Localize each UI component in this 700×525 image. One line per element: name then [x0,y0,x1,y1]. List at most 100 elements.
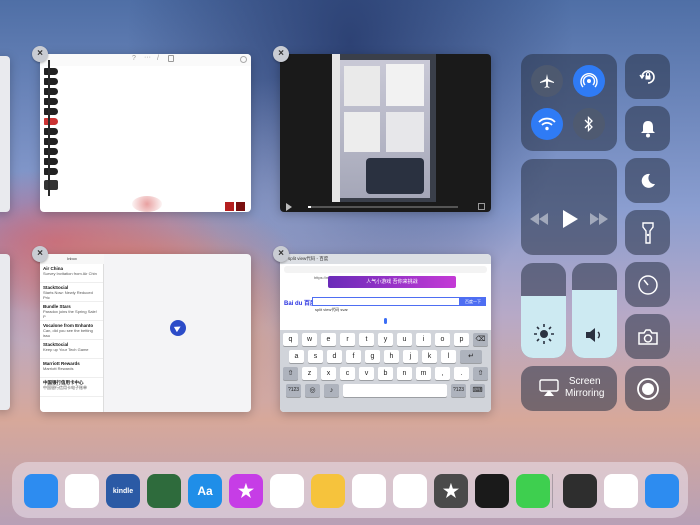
key-f[interactable]: f [346,350,361,363]
settings-icon[interactable] [240,56,247,63]
key-a[interactable]: a [289,350,304,363]
numbers-key-right[interactable]: ?123 [451,384,466,397]
brush-tool[interactable] [44,138,58,145]
fast-forward-icon[interactable] [590,212,608,225]
mail-list-item[interactable]: Air China Survey Invitation from Air Chin [40,264,103,283]
reeder-app-icon[interactable]: ★ [434,474,468,508]
wifi-toggle[interactable] [531,108,563,140]
mail-list-item[interactable]: Marriott Rewards Marriott Rewards [40,359,103,378]
browser-app-card[interactable]: split view代码 - 百度 https://m.baidu.com 人气… [280,254,491,412]
key-comma[interactable]: , [435,367,450,380]
airplane-mode-toggle[interactable] [531,65,563,97]
camera-button[interactable] [625,314,670,359]
browser-tab-title[interactable]: split view代码 - 百度 [288,256,328,262]
key-h[interactable]: h [384,350,399,363]
key-j[interactable]: j [403,350,418,363]
key-y[interactable]: y [378,333,393,346]
brush-tool[interactable] [44,88,58,95]
brush-tool[interactable] [44,128,58,135]
close-sketch-card-button[interactable]: × [32,46,48,62]
notes-icon[interactable] [168,55,174,62]
brush-tool[interactable] [44,158,58,165]
key-period[interactable]: . [454,367,469,380]
browser-url-bar[interactable]: https://m.baidu.com [284,266,487,280]
globe-key[interactable]: ◎ [305,384,320,397]
key-t[interactable]: t [359,333,374,346]
files-app-icon[interactable] [393,474,427,508]
eraser-tool[interactable] [44,180,58,190]
pocket-app-icon[interactable] [270,474,304,508]
ad-banner[interactable]: 人气小游戏 吾你来挑战 [328,276,456,288]
pen-app-icon[interactable] [563,474,597,508]
more-icon[interactable]: ··· [144,54,151,61]
key-r[interactable]: r [340,333,355,346]
do-not-disturb-toggle[interactable] [625,158,670,203]
brightness-slider[interactable] [521,263,566,358]
key-l[interactable]: l [441,350,456,363]
key-o[interactable]: o [435,333,450,346]
brush-tool[interactable] [44,68,58,75]
close-browser-card-button[interactable]: × [273,246,289,262]
ulysses-app-icon[interactable] [475,474,509,508]
key-k[interactable]: k [422,350,437,363]
flashlight-toggle[interactable] [625,210,670,255]
bluetooth-toggle[interactable] [573,108,605,140]
key-g[interactable]: g [365,350,380,363]
shift-key[interactable]: ⇧ [283,367,298,380]
airdrop-toggle[interactable] [573,65,605,97]
close-mail-card-button[interactable]: × [32,246,48,262]
fullscreen-icon[interactable] [478,203,485,210]
key-x[interactable]: x [321,367,336,380]
hide-keyboard-key[interactable]: ⌨ [470,384,485,397]
return-key[interactable]: ↵ [460,350,482,363]
key-p[interactable]: p [454,333,469,346]
key-e[interactable]: e [321,333,336,346]
mail-list-item[interactable]: Bundle Stars Paradox joins the Spring Sal… [40,302,103,321]
color-swatch-red[interactable] [225,202,234,211]
mail-list-item[interactable]: StackSocial Keep up Your Tech Game [40,340,103,359]
pen-tool-icon[interactable]: / [157,55,159,62]
mail-app-card[interactable]: Inbox Air China Survey Invitation from Ai… [40,254,251,412]
brush-tool[interactable] [44,118,58,125]
brush-tool[interactable] [44,98,58,105]
play-icon[interactable] [286,203,292,211]
help-icon[interactable]: ? [132,55,136,62]
sketch-app-card[interactable]: ? ··· / [40,54,251,212]
mail-list-item[interactable]: 中国银行信用卡中心 中国银行信用卡电子账单 [40,378,103,397]
screen-mirroring-button[interactable]: Screen Mirroring [521,366,617,411]
brush-tool[interactable] [44,148,58,155]
delete-key[interactable]: ⌫ [473,333,488,346]
video-progress-bar[interactable] [308,206,458,208]
key-c[interactable]: c [340,367,355,380]
volume-slider[interactable] [572,263,617,358]
rotation-lock-toggle[interactable] [625,54,670,99]
play-button[interactable] [561,209,579,229]
mail-list-item[interactable]: StackSocial Starts Now: Newly Reduced Pri… [40,283,103,302]
safari-recent-app-icon[interactable] [645,474,679,508]
shift-key-right[interactable]: ⇧ [473,367,488,380]
close-video-card-button[interactable]: × [273,46,289,62]
key-u[interactable]: u [397,333,412,346]
dictionary-app-icon[interactable]: Aa [188,474,222,508]
chrome-app-icon[interactable] [352,474,386,508]
brush-tool[interactable] [44,78,58,85]
taxi-app-icon[interactable] [311,474,345,508]
rewind-icon[interactable] [530,212,548,225]
numbers-key[interactable]: ?123 [286,384,301,397]
color-swatch-dark-red[interactable] [236,202,245,211]
search-input[interactable]: split view代码 svar [312,297,460,312]
search-button[interactable]: 百度一下 [460,297,486,306]
brush-tool[interactable] [44,108,58,115]
space-key[interactable] [343,384,447,397]
key-q[interactable]: q [283,333,298,346]
key-n[interactable]: n [397,367,412,380]
screen-record-button[interactable] [625,366,670,411]
photos-app-icon[interactable] [604,474,638,508]
messages-app-icon[interactable] [516,474,550,508]
key-s[interactable]: s [308,350,323,363]
brush-tool[interactable] [44,168,58,175]
key-b[interactable]: b [378,367,393,380]
mail-list-item[interactable]: Vocalone from Enhanto Can, did you see th… [40,321,103,340]
kindle-app-icon[interactable]: kindle [106,474,140,508]
mic-icon[interactable] [384,318,387,324]
